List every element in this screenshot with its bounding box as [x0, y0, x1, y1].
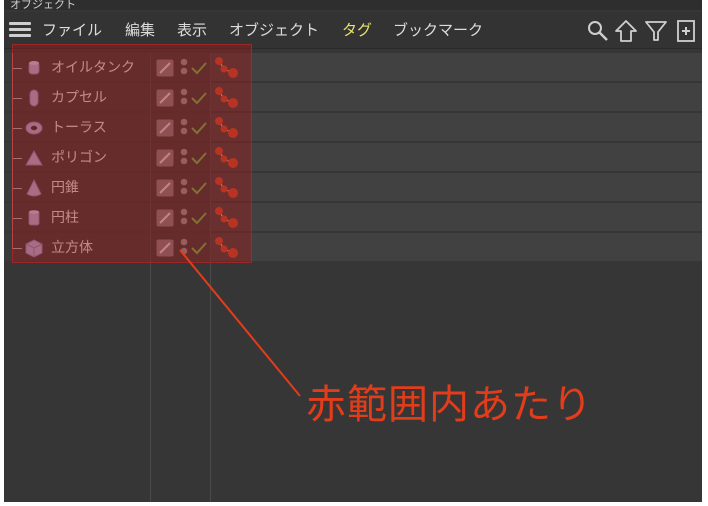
enabled-check-icon[interactable] [191, 181, 207, 195]
object-label[interactable]: カプセル [51, 88, 107, 108]
molecule-tag-icon[interactable] [212, 145, 240, 171]
enabled-check-icon[interactable] [191, 61, 207, 75]
search-icon[interactable] [586, 19, 610, 43]
home-icon[interactable] [614, 19, 638, 43]
visibility-dots-icon[interactable] [179, 57, 189, 81]
enabled-check-icon[interactable] [191, 241, 207, 255]
cylinder-icon [28, 210, 40, 226]
menu-object[interactable]: オブジェクト [229, 20, 319, 40]
capsule-icon [29, 89, 39, 107]
enabled-check-icon[interactable] [191, 121, 207, 135]
object-row[interactable]: ポリゴン [4, 143, 702, 173]
menu-tag[interactable]: タグ [342, 20, 372, 40]
visibility-dots-icon[interactable] [179, 237, 189, 261]
annotation-text: 赤範囲内あたり [306, 382, 593, 428]
molecule-tag-icon[interactable] [212, 175, 240, 201]
object-label[interactable]: 円錐 [51, 178, 79, 198]
editor-visibility-icon[interactable] [156, 179, 174, 197]
object-label[interactable]: トーラス [51, 118, 107, 138]
hamburger-menu-icon[interactable] [9, 22, 31, 38]
oil-tank-icon [28, 61, 40, 75]
visibility-dots-icon[interactable] [179, 117, 189, 141]
object-row[interactable]: オイルタンク [4, 53, 702, 83]
cube-icon [25, 239, 43, 258]
molecule-tag-icon[interactable] [212, 85, 240, 111]
editor-visibility-icon[interactable] [156, 239, 174, 257]
enabled-check-icon[interactable] [191, 151, 207, 165]
object-label[interactable]: 円柱 [51, 208, 79, 228]
menu-bookmark[interactable]: ブックマーク [393, 20, 483, 40]
molecule-tag-icon[interactable] [212, 205, 240, 231]
editor-visibility-icon[interactable] [156, 149, 174, 167]
object-label[interactable]: ポリゴン [51, 148, 107, 168]
visibility-dots-icon[interactable] [179, 87, 189, 111]
enabled-check-icon[interactable] [191, 211, 207, 225]
menu-edit[interactable]: 編集 [125, 20, 155, 40]
menu-file[interactable]: ファイル [42, 20, 102, 40]
object-manager-panel: オブジェクト ファイル 編集 表示 オブジェクト タグ ブックマーク オイルタン… [4, 0, 702, 502]
object-row[interactable]: 円柱 [4, 203, 702, 233]
filter-icon[interactable] [644, 19, 668, 43]
polygon-icon [25, 149, 43, 166]
object-label[interactable]: 立方体 [51, 238, 93, 258]
visibility-dots-icon[interactable] [179, 207, 189, 231]
editor-visibility-icon[interactable] [156, 89, 174, 107]
editor-visibility-icon[interactable] [156, 59, 174, 77]
window-title: オブジェクト [4, 0, 702, 10]
object-row[interactable]: カプセル [4, 83, 702, 113]
object-row[interactable]: 立方体 [4, 233, 702, 263]
menu-bar: ファイル 編集 表示 オブジェクト タグ ブックマーク [4, 12, 702, 49]
new-window-icon[interactable] [674, 19, 698, 43]
enabled-check-icon[interactable] [191, 91, 207, 105]
object-row[interactable]: トーラス [4, 113, 702, 143]
molecule-tag-icon[interactable] [212, 235, 240, 261]
molecule-tag-icon[interactable] [212, 115, 240, 141]
cone-icon [26, 178, 42, 197]
editor-visibility-icon[interactable] [156, 119, 174, 137]
editor-visibility-icon[interactable] [156, 209, 174, 227]
torus-icon [25, 121, 43, 135]
menu-view[interactable]: 表示 [177, 20, 207, 40]
molecule-tag-icon[interactable] [212, 55, 240, 81]
object-row[interactable]: 円錐 [4, 173, 702, 203]
object-label[interactable]: オイルタンク [51, 58, 135, 78]
visibility-dots-icon[interactable] [179, 147, 189, 171]
visibility-dots-icon[interactable] [179, 177, 189, 201]
